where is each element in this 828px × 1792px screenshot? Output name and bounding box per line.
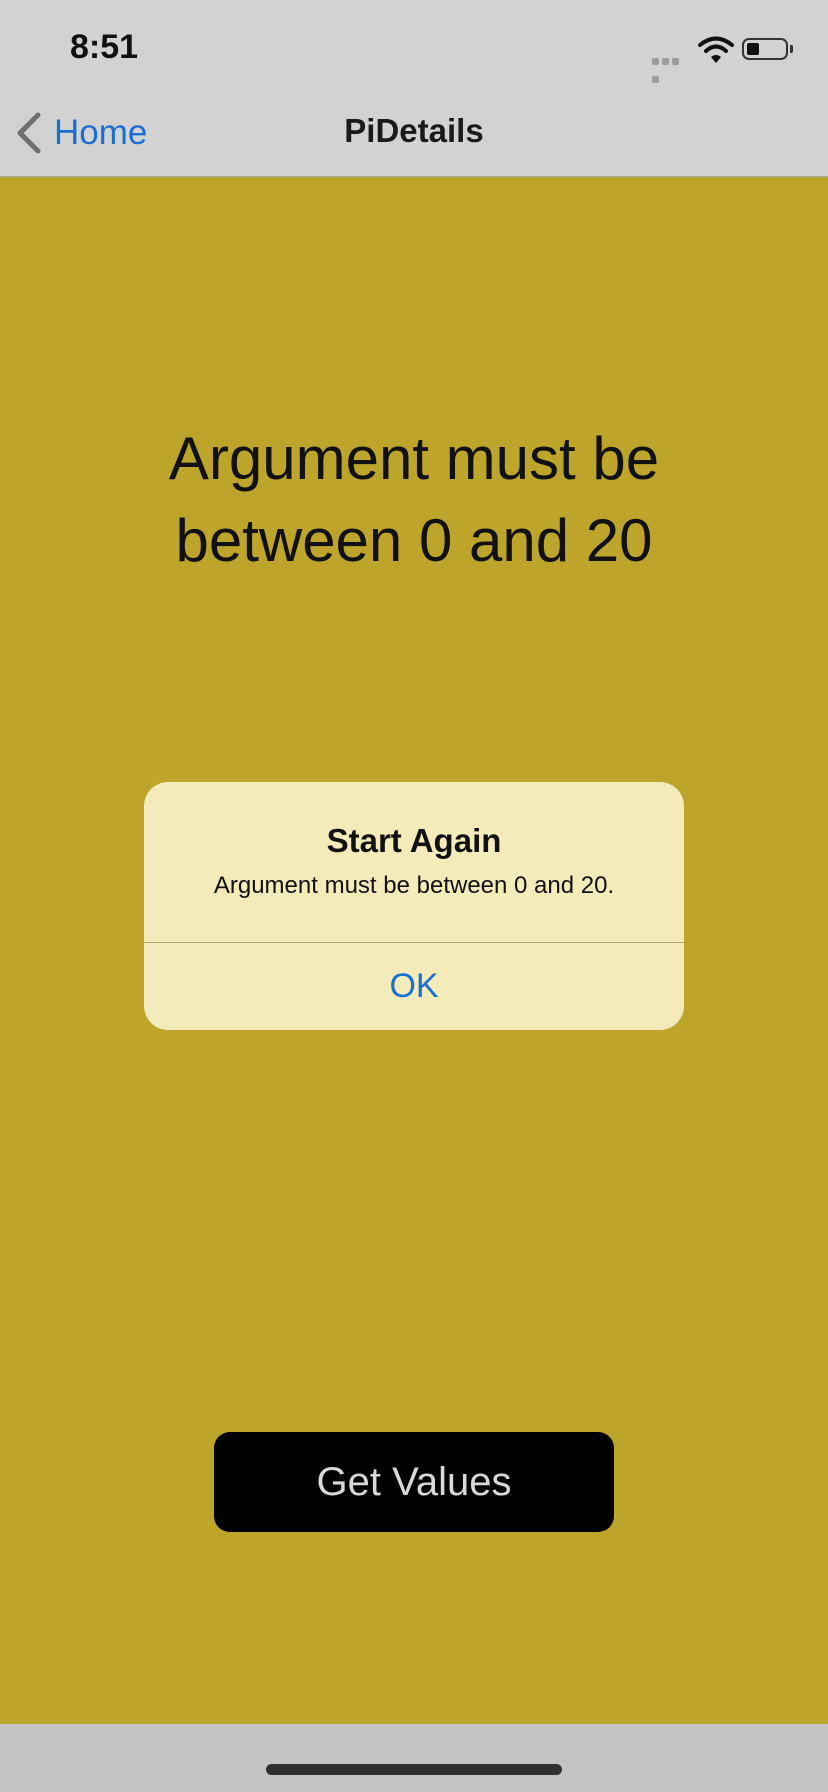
signal-icon bbox=[652, 52, 690, 83]
battery-icon bbox=[742, 38, 788, 60]
battery-tip bbox=[790, 45, 793, 53]
navigation-bar: Home PiDetails bbox=[0, 100, 828, 177]
bottom-bar bbox=[0, 1724, 828, 1792]
status-time: 8:51 bbox=[70, 28, 139, 66]
alert-message: Argument must be between 0 and 20. bbox=[213, 872, 615, 899]
alert-ok-button[interactable]: OK bbox=[144, 943, 684, 1030]
result-message: Argument must be between 0 and 20 bbox=[168, 425, 660, 574]
home-indicator[interactable] bbox=[266, 1764, 562, 1775]
page-title: PiDetails bbox=[344, 112, 484, 149]
alert-dialog: Start Again Argument must be between 0 a… bbox=[144, 782, 684, 1030]
alert-title: Start Again bbox=[326, 822, 502, 859]
get-values-button[interactable]: Get Values bbox=[214, 1432, 614, 1532]
wifi-icon bbox=[698, 36, 734, 63]
status-bar: 8:51 bbox=[0, 0, 828, 100]
